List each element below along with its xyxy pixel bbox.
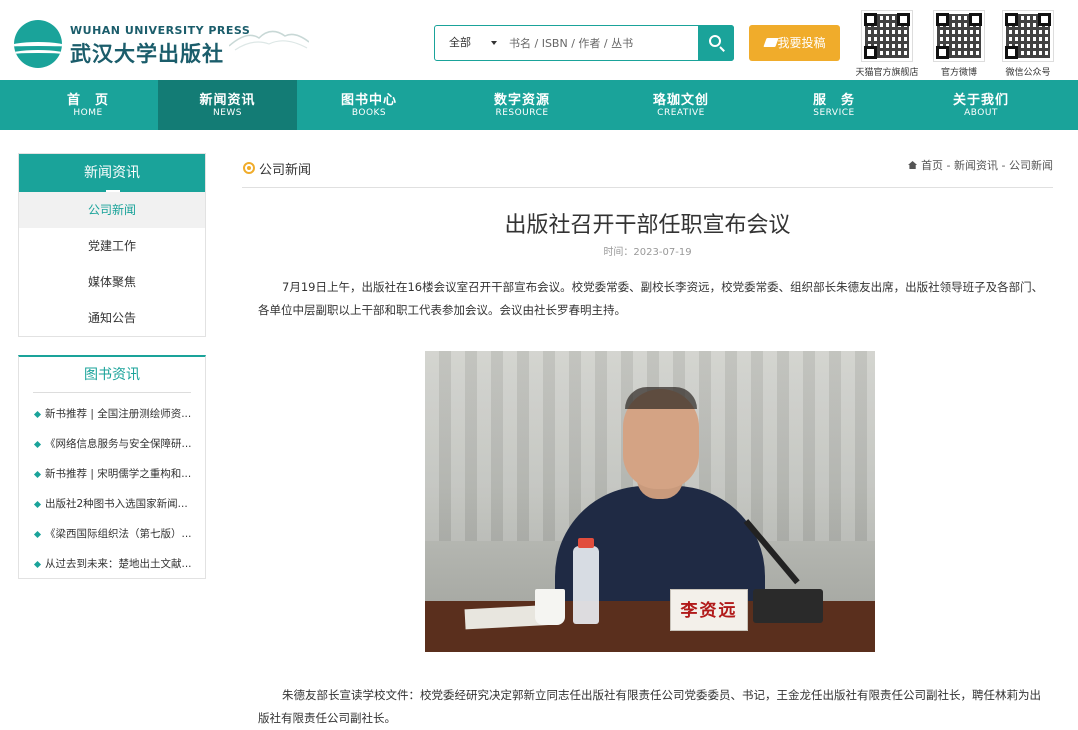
book-news-item[interactable]: 新书推荐 | 宋明儒学之重构和... xyxy=(19,459,205,489)
nav-home-sublabel: HOME xyxy=(73,108,103,118)
nav-creative-label: 珞珈文创 xyxy=(652,93,709,108)
sidebar-item-company-news[interactable]: 公司新闻 xyxy=(19,192,205,228)
mountain-decoration-icon xyxy=(229,30,309,51)
nav-service[interactable]: 服 务 SERVICE xyxy=(759,80,909,130)
submit-manuscript-label: 我要投稿 xyxy=(777,36,826,50)
section-title: 公司新闻 xyxy=(259,163,312,178)
book-news-link[interactable]: 《梁西国际组织法（第七版）... xyxy=(45,528,192,540)
article-photo: 李资远 xyxy=(425,351,875,652)
qr-code-tmall[interactable] xyxy=(861,10,913,62)
nav-about[interactable]: 关于我们 ABOUT xyxy=(909,80,1053,130)
book-news-link[interactable]: 新书推荐 | 宋明儒学之重构和... xyxy=(45,468,191,480)
nav-home[interactable]: 首 页 HOME xyxy=(18,80,158,130)
main-nav: 首 页 HOME 新闻资讯 NEWS 图书中心 BOOKS 数字资源 RESOU… xyxy=(0,80,1078,130)
book-news-item[interactable]: 出版社2种图书入选国家新闻... xyxy=(19,489,205,519)
breadcrumb-company-news[interactable]: 公司新闻 xyxy=(1009,159,1053,172)
nav-books[interactable]: 图书中心 BOOKS xyxy=(297,80,441,130)
breadcrumb-separator: - xyxy=(998,159,1009,172)
article-date: 时间：2023-07-19 xyxy=(603,247,692,258)
logo-chinese-name: 武汉大学出版社 xyxy=(70,41,224,66)
nav-home-label: 首 页 xyxy=(66,93,109,108)
diamond-bullet-icon xyxy=(33,410,42,419)
sidebar-title: 新闻资讯 xyxy=(19,154,205,192)
search-icon xyxy=(709,35,721,47)
diamond-bullet-icon xyxy=(33,500,42,509)
qr-label-weibo: 官方微博 xyxy=(940,68,977,78)
search-scope-select[interactable]: 全部 xyxy=(435,26,505,60)
nav-service-sublabel: SERVICE xyxy=(813,108,855,118)
home-icon xyxy=(908,161,918,169)
book-news-item[interactable]: 从过去到未来：楚地出土文献... xyxy=(19,549,205,579)
diamond-bullet-icon xyxy=(33,530,42,539)
breadcrumb-separator: - xyxy=(943,159,955,172)
nav-creative[interactable]: 珞珈文创 CREATIVE xyxy=(603,80,759,130)
site-logo[interactable]: WUHAN UNIVERSITY PRESS 武汉大学出版社 xyxy=(14,18,314,68)
article-paragraph: 朱德友部长宣读学校文件：校党委经研究决定郭新立同志任出版社有限责任公司党委委员、… xyxy=(258,688,1041,725)
sidebar-item-notices[interactable]: 通知公告 xyxy=(19,300,205,336)
photo-nameplate: 李资远 xyxy=(670,589,748,631)
nav-about-label: 关于我们 xyxy=(952,93,1009,108)
diamond-bullet-icon xyxy=(33,440,42,449)
search-button[interactable] xyxy=(698,25,734,61)
qr-label-tmall: 天猫官方旗舰店 xyxy=(855,68,919,78)
logo-emblem-icon xyxy=(14,20,62,68)
nav-news[interactable]: 新闻资讯 NEWS xyxy=(158,80,297,130)
nav-creative-sublabel: CREATIVE xyxy=(657,108,705,118)
diamond-bullet-icon xyxy=(33,560,42,569)
article-paragraph: 7月19日上午，出版社在16楼会议室召开干部宣布会议。校党委常委、副校长李资远，… xyxy=(258,280,1044,317)
submit-manuscript-button[interactable]: 我要投稿 xyxy=(749,25,840,61)
nav-news-sublabel: NEWS xyxy=(212,108,243,118)
sidebar-item-party-building[interactable]: 党建工作 xyxy=(19,228,205,264)
book-news-item[interactable]: 《梁西国际组织法（第七版）... xyxy=(19,519,205,549)
qr-code-weibo[interactable] xyxy=(933,10,985,62)
sidebar-item-media-focus[interactable]: 媒体聚焦 xyxy=(19,264,205,300)
nav-resource-label: 数字资源 xyxy=(493,93,550,108)
article-title: 出版社召开干部任职宣布会议 xyxy=(504,213,791,238)
nav-books-label: 图书中心 xyxy=(340,93,397,108)
qr-code-wechat[interactable] xyxy=(1002,10,1054,62)
search-scope-value: 全部 xyxy=(449,36,471,49)
breadcrumb-home[interactable]: 首页 xyxy=(921,159,943,172)
sidebar-title-text: 新闻资讯 xyxy=(84,165,140,181)
sidebar-news-menu: 新闻资讯 公司新闻 党建工作 媒体聚焦 通知公告 xyxy=(18,153,206,337)
nav-resource-sublabel: RESOURCE xyxy=(495,108,549,118)
book-news-item[interactable]: 《网络信息服务与安全保障研... xyxy=(19,429,205,459)
search-bar: 全部 xyxy=(434,25,734,61)
book-news-link[interactable]: 出版社2种图书入选国家新闻... xyxy=(45,498,188,510)
breadcrumb-news[interactable]: 新闻资讯 xyxy=(954,159,998,172)
nav-books-sublabel: BOOKS xyxy=(351,108,387,118)
nav-resource[interactable]: 数字资源 RESOURCE xyxy=(441,80,603,130)
book-news-panel: 图书资讯 新书推荐 | 全国注册测绘师资... 《网络信息服务与安全保障研...… xyxy=(18,355,206,579)
diamond-bullet-icon xyxy=(33,470,42,479)
breadcrumb: 首页 - 新闻资讯 - 公司新闻 xyxy=(908,157,1053,173)
site-header: WUHAN UNIVERSITY PRESS 武汉大学出版社 全部 我要投稿 天… xyxy=(0,0,1078,80)
qr-label-wechat: 微信公众号 xyxy=(1005,68,1051,78)
section-header: 公司新闻 首页 - 新闻资讯 - 公司新闻 xyxy=(242,152,1053,188)
book-news-title: 图书资讯 xyxy=(33,357,191,393)
chevron-down-icon xyxy=(491,41,497,45)
target-circle-icon xyxy=(243,162,255,174)
book-news-link[interactable]: 从过去到未来：楚地出土文献... xyxy=(45,558,192,570)
book-news-link[interactable]: 新书推荐 | 全国注册测绘师资... xyxy=(45,408,191,420)
book-news-item[interactable]: 新书推荐 | 全国注册测绘师资... xyxy=(19,399,205,429)
book-news-link[interactable]: 《网络信息服务与安全保障研... xyxy=(45,438,192,450)
pen-icon xyxy=(763,38,779,47)
search-input[interactable] xyxy=(507,26,697,60)
nav-service-label: 服 务 xyxy=(812,93,855,108)
nav-about-sublabel: ABOUT xyxy=(964,108,998,118)
nav-news-label: 新闻资讯 xyxy=(199,93,256,108)
logo-english-name: WUHAN UNIVERSITY PRESS xyxy=(70,24,251,37)
